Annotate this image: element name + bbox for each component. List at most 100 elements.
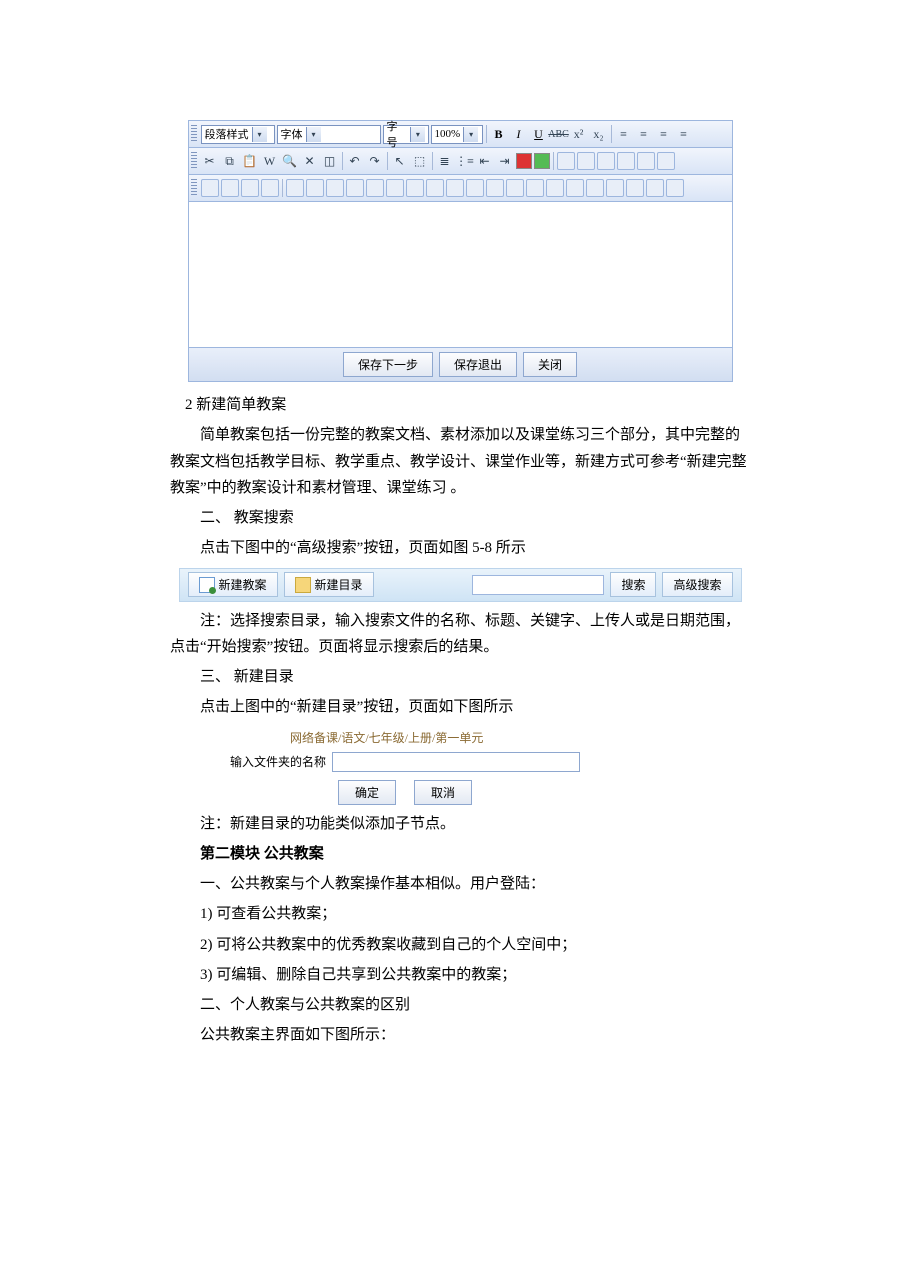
- paste-button[interactable]: 📋: [241, 152, 259, 170]
- bg-color-button[interactable]: [534, 153, 550, 169]
- clear-button[interactable]: ✕: [301, 152, 319, 170]
- align-right-button[interactable]: ≡: [655, 125, 673, 143]
- insert-flash-icon[interactable]: [221, 179, 239, 197]
- insert-template-icon[interactable]: [566, 179, 584, 197]
- body-line: 2 新建简单教案: [170, 392, 750, 418]
- tool-icon[interactable]: [637, 152, 655, 170]
- editor-content-area[interactable]: [188, 202, 733, 347]
- select-label: 字号: [387, 118, 408, 150]
- body-line: 二、 教案搜索: [170, 505, 750, 531]
- list-item: 1) 可查看公共教案；: [170, 901, 750, 927]
- find-button[interactable]: 🔍: [281, 152, 299, 170]
- bold-button[interactable]: B: [490, 125, 508, 143]
- insert-table-icon[interactable]: [286, 179, 304, 197]
- insert-anchor-icon[interactable]: [406, 179, 424, 197]
- separator: [282, 179, 283, 197]
- close-button[interactable]: 关闭: [523, 352, 577, 377]
- tool-icon[interactable]: [657, 152, 675, 170]
- body-line: 注：选择搜索目录，输入搜索文件的名称、标题、关键字、上传人或是日期范围，点击“开…: [170, 608, 750, 661]
- paste-word-button[interactable]: W: [261, 152, 279, 170]
- italic-button[interactable]: I: [510, 125, 528, 143]
- body-line: 一、公共教案与个人教案操作基本相似。用户登陆：: [170, 871, 750, 897]
- ordered-list-button[interactable]: ≣: [436, 152, 454, 170]
- document-icon: [199, 577, 215, 593]
- outdent-button[interactable]: ⇤: [476, 152, 494, 170]
- help-icon[interactable]: [666, 179, 684, 197]
- cut-button[interactable]: ✂: [201, 152, 219, 170]
- separator: [553, 152, 554, 170]
- body-line: 公共教案主界面如下图所示：: [170, 1022, 750, 1048]
- list-item: 2) 可将公共教案中的优秀教案收藏到自己的个人空间中；: [170, 932, 750, 958]
- chevron-down-icon: ▾: [252, 127, 267, 142]
- zoom-select[interactable]: 100%▾: [431, 125, 483, 144]
- insert-hr-icon[interactable]: [306, 179, 324, 197]
- font-select[interactable]: 字体▾: [277, 125, 381, 144]
- save-next-button[interactable]: 保存下一步: [343, 352, 433, 377]
- copy-button[interactable]: ⧉: [221, 152, 239, 170]
- align-justify-button[interactable]: ≡: [675, 125, 693, 143]
- new-folder-button[interactable]: 新建目录: [284, 572, 374, 597]
- toolbar-row-1: 段落样式▾ 字体▾ 字号▾ 100%▾ B I U ABC x² x₂ ≡ ≡ …: [188, 120, 733, 148]
- button-label: 搜索: [621, 576, 645, 593]
- insert-quote-icon[interactable]: [466, 179, 484, 197]
- align-center-button[interactable]: ≡: [635, 125, 653, 143]
- folder-name-input[interactable]: [332, 752, 580, 772]
- separator: [387, 152, 388, 170]
- insert-layer-icon[interactable]: [486, 179, 504, 197]
- indent-button[interactable]: ⇥: [496, 152, 514, 170]
- separator: [611, 125, 612, 143]
- subscript-button[interactable]: x₂: [590, 125, 608, 143]
- section-heading: 第二模块 公共教案: [170, 841, 750, 867]
- insert-link-icon[interactable]: [426, 179, 444, 197]
- align-left-button[interactable]: ≡: [615, 125, 633, 143]
- tool-icon[interactable]: [597, 152, 615, 170]
- unordered-list-button[interactable]: ⋮≡: [456, 152, 474, 170]
- body-line: 注：新建目录的功能类似添加子节点。: [170, 811, 750, 837]
- selectall-button[interactable]: ⬚: [411, 152, 429, 170]
- search-input[interactable]: [472, 575, 604, 595]
- insert-file-icon[interactable]: [261, 179, 279, 197]
- fullscreen-icon[interactable]: [586, 179, 604, 197]
- redo-button[interactable]: ↷: [366, 152, 384, 170]
- folder-icon: [295, 577, 311, 593]
- toolbar-grip: [191, 125, 197, 143]
- insert-form-icon[interactable]: [506, 179, 524, 197]
- eraser-button[interactable]: ◫: [321, 152, 339, 170]
- insert-time-icon[interactable]: [386, 179, 404, 197]
- preview-icon[interactable]: [606, 179, 624, 197]
- chevron-down-icon: ▾: [410, 127, 424, 142]
- insert-emoji-icon[interactable]: [326, 179, 344, 197]
- tool-icon[interactable]: [557, 152, 575, 170]
- insert-media-icon[interactable]: [241, 179, 259, 197]
- underline-button[interactable]: U: [530, 125, 548, 143]
- insert-date-icon[interactable]: [366, 179, 384, 197]
- insert-object-icon[interactable]: [546, 179, 564, 197]
- print-icon[interactable]: [626, 179, 644, 197]
- cancel-button[interactable]: 取消: [414, 780, 472, 805]
- save-exit-button[interactable]: 保存退出: [439, 352, 517, 377]
- separator: [432, 152, 433, 170]
- ok-button[interactable]: 确定: [338, 780, 396, 805]
- list-item: 3) 可编辑、删除自己共享到公共教案中的教案；: [170, 962, 750, 988]
- insert-char-icon[interactable]: [346, 179, 364, 197]
- insert-image-icon[interactable]: [201, 179, 219, 197]
- tool-icon[interactable]: [577, 152, 595, 170]
- superscript-button[interactable]: x²: [570, 125, 588, 143]
- body-line: 三、 新建目录: [170, 664, 750, 690]
- tool-icon[interactable]: [617, 152, 635, 170]
- select-label: 100%: [435, 128, 461, 140]
- insert-code-icon[interactable]: [446, 179, 464, 197]
- strike-button[interactable]: ABC: [550, 125, 568, 143]
- paragraph-style-select[interactable]: 段落样式▾: [201, 125, 275, 144]
- advanced-search-button[interactable]: 高级搜索: [662, 572, 732, 597]
- insert-button-icon[interactable]: [526, 179, 544, 197]
- toolbar-row-3: [188, 175, 733, 202]
- undo-button[interactable]: ↶: [346, 152, 364, 170]
- source-icon[interactable]: [646, 179, 664, 197]
- search-button[interactable]: 搜索: [610, 572, 656, 597]
- new-plan-button[interactable]: 新建教案: [188, 572, 278, 597]
- font-color-button[interactable]: [516, 153, 532, 169]
- chevron-down-icon: ▾: [463, 127, 478, 142]
- pointer-button[interactable]: ↖: [391, 152, 409, 170]
- font-size-select[interactable]: 字号▾: [383, 125, 429, 144]
